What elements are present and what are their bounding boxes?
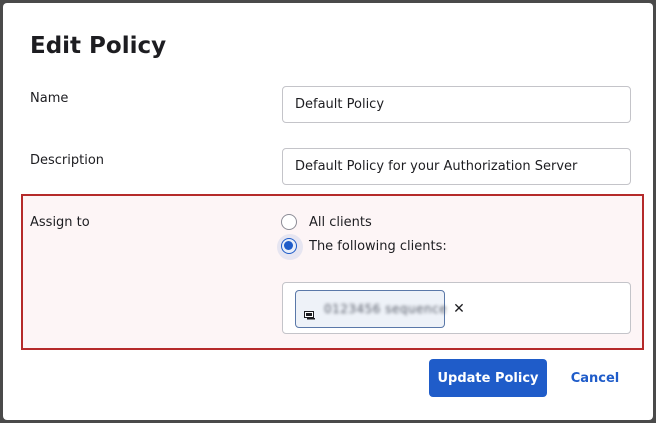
update-policy-button[interactable]: Update Policy: [429, 359, 547, 397]
radio-following-clients[interactable]: The following clients:: [277, 234, 447, 260]
name-input[interactable]: [282, 86, 631, 123]
selected-client-name: 0123456 sequence: [324, 302, 448, 316]
radio-all-clients-label: All clients: [309, 214, 372, 230]
clients-selector-input[interactable]: 0123456 sequence ✕: [282, 282, 631, 334]
selected-client-chip: 0123456 sequence ✕: [295, 290, 465, 328]
radio-focus-halo: [277, 234, 303, 260]
radio-button-unchecked[interactable]: [281, 214, 297, 230]
description-input[interactable]: [282, 148, 631, 185]
radio-all-clients[interactable]: All clients: [281, 214, 372, 230]
cancel-button[interactable]: Cancel: [563, 359, 627, 397]
name-label: Name: [30, 91, 69, 106]
radio-following-clients-label: The following clients:: [309, 238, 447, 254]
remove-client-close-icon[interactable]: ✕: [453, 302, 465, 316]
description-label: Description: [30, 153, 105, 168]
client-app-icon: [304, 305, 316, 319]
radio-button-checked[interactable]: [277, 234, 303, 260]
assign-to-label: Assign to: [30, 215, 90, 230]
dialog-title: Edit Policy: [30, 33, 167, 59]
edit-policy-dialog: Edit Policy Name Description Assign to A…: [3, 3, 653, 420]
